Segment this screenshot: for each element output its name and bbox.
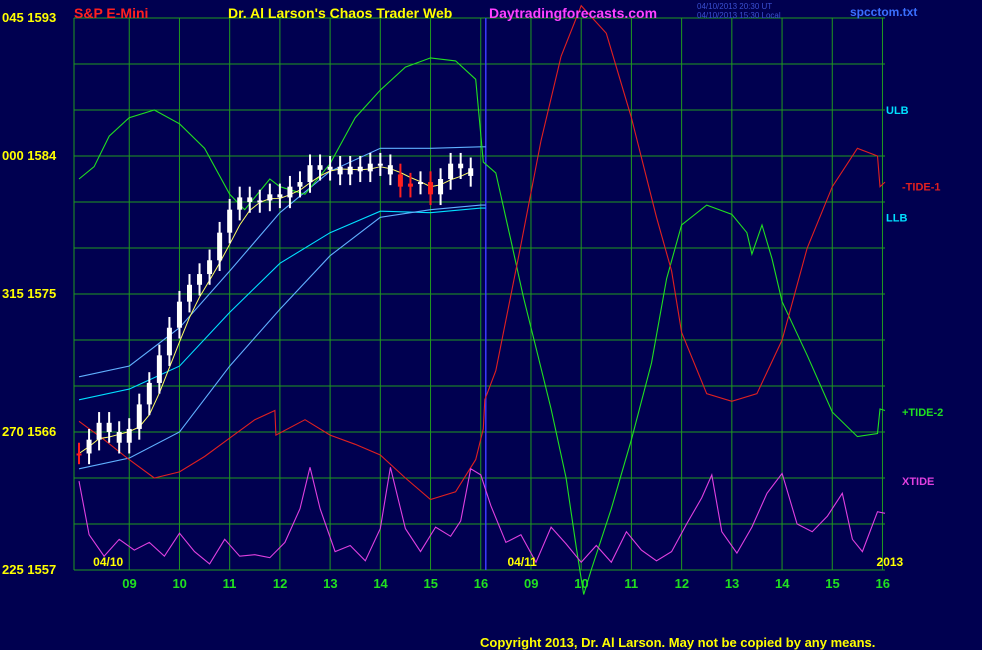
price-bar-body <box>116 432 122 443</box>
x-axis-hour-label: 13 <box>323 576 337 591</box>
price-bar-body <box>277 194 283 198</box>
series-label-tide-2: +TIDE-2 <box>902 407 943 419</box>
price-bar-body <box>458 163 464 169</box>
price-bar-body <box>287 186 293 198</box>
price-bar-body <box>227 209 233 233</box>
series-label-llb: LLB <box>886 212 907 224</box>
price-bar-body <box>146 382 152 405</box>
price-bar-body <box>357 166 363 172</box>
x-axis-hour-label: 14 <box>775 576 790 591</box>
x-axis-hour-label: 11 <box>624 576 638 591</box>
data-file-name: spcctom.txt <box>850 5 918 19</box>
date-label: 2013 <box>877 555 904 569</box>
price-bar-body <box>247 197 253 202</box>
price-bar-body <box>337 166 343 175</box>
price-bar-body <box>76 453 82 456</box>
y-axis-label: 000 1584 <box>2 148 57 163</box>
price-bar-body <box>317 165 323 170</box>
price-bar-body <box>186 284 192 302</box>
chart-title: Dr. Al Larson's Chaos Trader Web <box>228 5 453 21</box>
x-axis-hour-label: 10 <box>172 576 186 591</box>
price-bar-body <box>237 197 243 210</box>
price-bar-body <box>327 166 333 170</box>
date-label: 04/10 <box>93 555 123 569</box>
price-bar-body <box>126 428 132 443</box>
x-axis-hour-label: 12 <box>675 576 689 591</box>
x-axis-hour-label: 16 <box>474 576 488 591</box>
chaos-chart: 045 1593 000 1584 315 1575 270 1566 225 1557… <box>0 0 982 650</box>
price-bar-body <box>267 194 273 201</box>
price-bar-body <box>377 163 383 166</box>
price-bar-body <box>96 422 102 440</box>
price-bar-body <box>407 183 413 187</box>
price-bar-body <box>257 200 263 203</box>
price-bar-body <box>156 355 162 383</box>
x-axis-hour-label: 12 <box>273 576 287 591</box>
price-bar-body <box>136 404 142 429</box>
x-axis-hour-label: 16 <box>875 576 889 591</box>
x-axis-hour-label: 15 <box>825 576 839 591</box>
y-axis-label: 315 1575 <box>2 286 56 301</box>
price-bar-body <box>417 182 423 185</box>
series-label-xtide: XTIDE <box>902 476 934 488</box>
price-bar-body <box>176 301 182 328</box>
price-bar-body <box>86 439 92 454</box>
y-axis-label: 045 1593 <box>2 10 56 25</box>
instrument-label: S&P E-Mini <box>74 5 149 21</box>
price-bar-body <box>438 179 444 195</box>
y-axis-label: 270 1566 <box>2 424 56 439</box>
price-bar-body <box>387 165 393 175</box>
x-axis-hour-label: 09 <box>524 576 538 591</box>
y-axis-label: 225 1557 <box>2 562 56 577</box>
price-bar-body <box>217 232 223 261</box>
price-bar-body <box>428 182 434 195</box>
price-bar-body <box>166 327 172 356</box>
x-axis-hour-label: 09 <box>122 576 136 591</box>
price-bar-body <box>397 174 403 187</box>
price-bar-body <box>307 165 313 183</box>
price-bar-body <box>468 168 474 176</box>
x-axis-hour-label: 15 <box>424 576 438 591</box>
date-label: 04/11 <box>507 555 537 569</box>
price-bar-body <box>347 166 353 175</box>
series-label-ulb: ULB <box>886 105 909 117</box>
chart-background <box>0 0 982 650</box>
x-axis-hour-label: 13 <box>725 576 739 591</box>
x-axis-hour-label: 14 <box>373 576 388 591</box>
copyright-notice: Copyright 2013, Dr. Al Larson. May not b… <box>480 635 876 650</box>
price-bar-body <box>106 422 112 432</box>
price-bar-body <box>367 163 373 172</box>
price-bar-body <box>207 260 213 275</box>
site-link[interactable]: Daytradingforecasts.com <box>489 5 657 21</box>
timestamp-local: 04/10/2013 15:30 Local <box>697 11 781 20</box>
x-axis-hour-label: 10 <box>574 576 588 591</box>
price-bar-body <box>448 163 454 179</box>
timestamp-ut: 04/10/2013 20:30 UT <box>697 2 773 11</box>
price-bar-body <box>197 274 203 285</box>
price-bar-body <box>297 182 303 187</box>
series-label-tide-1: -TIDE-1 <box>902 182 941 194</box>
x-axis-hour-label: 11 <box>223 576 237 591</box>
